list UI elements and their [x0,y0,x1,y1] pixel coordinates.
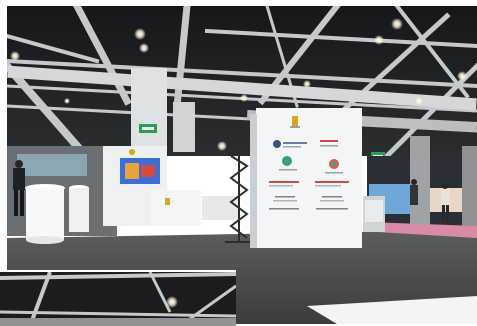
ceiling-light-icon [139,43,149,53]
hanging-column [173,102,195,152]
reception-counter [151,190,201,226]
logo-text-line [283,142,307,144]
ceiling-light-icon [391,18,403,30]
logo-text-line [320,145,338,147]
logo-text-line [283,146,301,148]
logo-text-line [279,169,297,171]
ceiling-closeup-inset [0,270,236,326]
ceiling-light-icon [374,35,384,45]
booth-sign-panel-side [250,114,257,248]
cocktail-table [69,188,89,232]
tv-content [125,163,139,179]
counter-logo [165,198,170,205]
booth-small-logo [129,149,135,155]
partner-logo-icon [273,140,281,148]
logo-text-line [320,200,344,202]
logo-text-line [316,208,348,210]
right-booth-counter-panel [365,200,383,222]
background-booth-wall [17,154,87,176]
ceiling-light-icon [240,94,248,102]
logo-text-line [269,185,293,187]
logo-text-line [269,181,299,183]
green-circle-logo [282,156,292,166]
logo-text-line [269,208,299,210]
inset-ceiling [0,272,236,326]
logo-text-line [325,172,343,174]
ceiling-light-icon [166,296,178,308]
logo-text-line [315,185,341,187]
logo-text-line [315,181,349,183]
colorful-circle-logo-center [331,161,337,167]
booth-sign-panel [256,108,362,248]
ceiling-light-icon [64,98,70,104]
ceiling-light-icon [303,80,311,88]
logo-text-line [320,140,338,142]
logo-underline [290,126,300,128]
exit-sign-icon [139,124,157,133]
tv-content [141,165,155,177]
inset-wall-strip [0,318,236,326]
cocktail-table-base [26,236,64,244]
dragon-logo [292,116,298,126]
logo-text-line [273,200,297,202]
person-standing [410,179,418,205]
ceiling-light-icon [134,28,146,40]
ceiling-light-icon [415,97,423,105]
ceiling-closeup-scene [0,272,236,326]
ceiling-light-icon [457,71,467,81]
ceiling-light-icon [10,51,20,61]
cocktail-table [26,188,64,240]
hanging-column [131,68,167,154]
logo-text-line [275,196,295,198]
logo-text-line [322,196,342,198]
ceiling-light-icon [217,141,227,151]
